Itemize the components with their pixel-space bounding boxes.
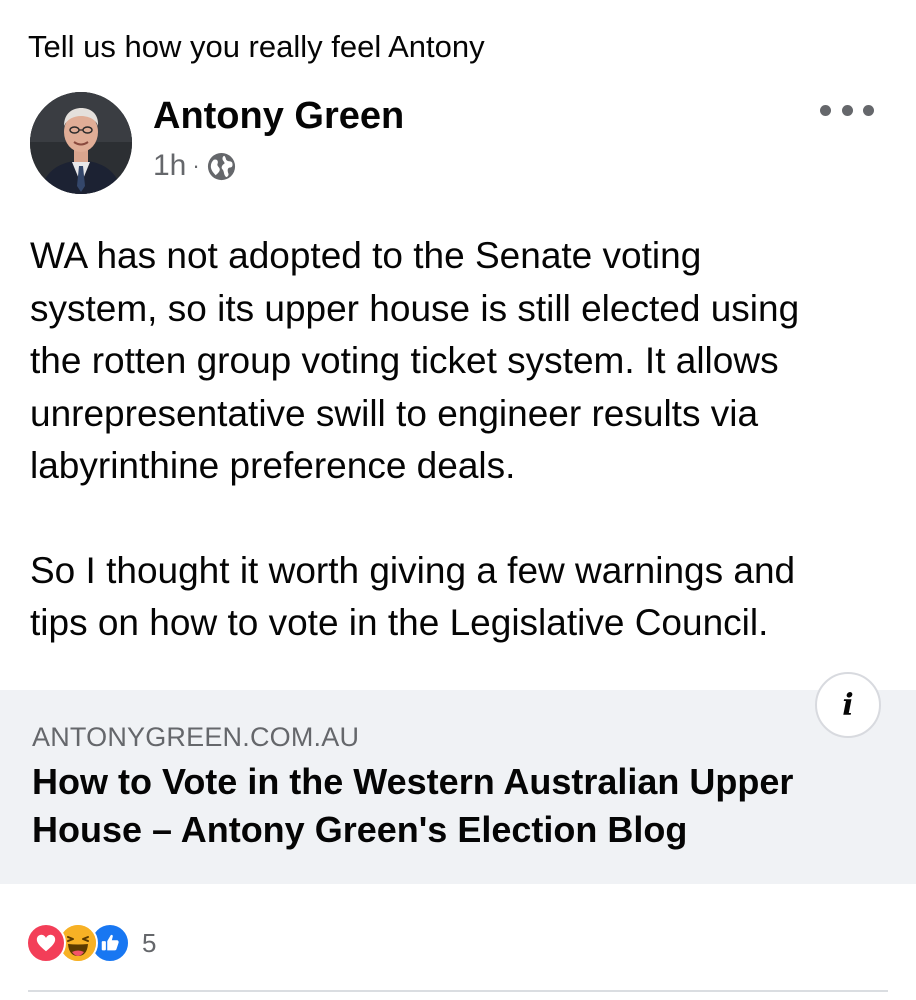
more-dot <box>841 104 853 116</box>
meta-separator: · <box>192 153 200 178</box>
post-timestamp[interactable]: 1h <box>153 149 186 183</box>
author-avatar-image <box>30 92 132 194</box>
share-caption: Tell us how you really feel Antony <box>28 29 485 64</box>
more-options-icon[interactable] <box>820 96 874 124</box>
post-meta: 1h · <box>153 146 237 186</box>
reaction-summary[interactable]: 5 <box>26 923 157 963</box>
author-name[interactable]: Antony Green <box>153 93 404 139</box>
divider <box>28 990 888 992</box>
post-paragraph: So I thought it worth giving a few warni… <box>30 549 796 644</box>
more-dot <box>820 104 831 116</box>
info-label: i <box>842 687 854 723</box>
post-body: WA has not adopted to the Senate voting … <box>30 230 900 650</box>
link-title[interactable]: How to Vote in the Western Australian Up… <box>32 758 872 854</box>
reaction-count: 5 <box>142 927 157 958</box>
more-dot <box>863 104 874 116</box>
post-paragraph: WA has not adopted to the Senate voting … <box>30 235 800 486</box>
globe-icon[interactable] <box>206 151 237 182</box>
link-domain: ANTONYGREEN.COM.AU <box>32 722 360 752</box>
author-avatar[interactable] <box>30 92 132 194</box>
link-preview-card[interactable]: ANTONYGREEN.COM.AU How to Vote in the We… <box>0 690 916 884</box>
info-icon[interactable]: i <box>815 672 881 738</box>
love-reaction-icon <box>26 923 66 963</box>
